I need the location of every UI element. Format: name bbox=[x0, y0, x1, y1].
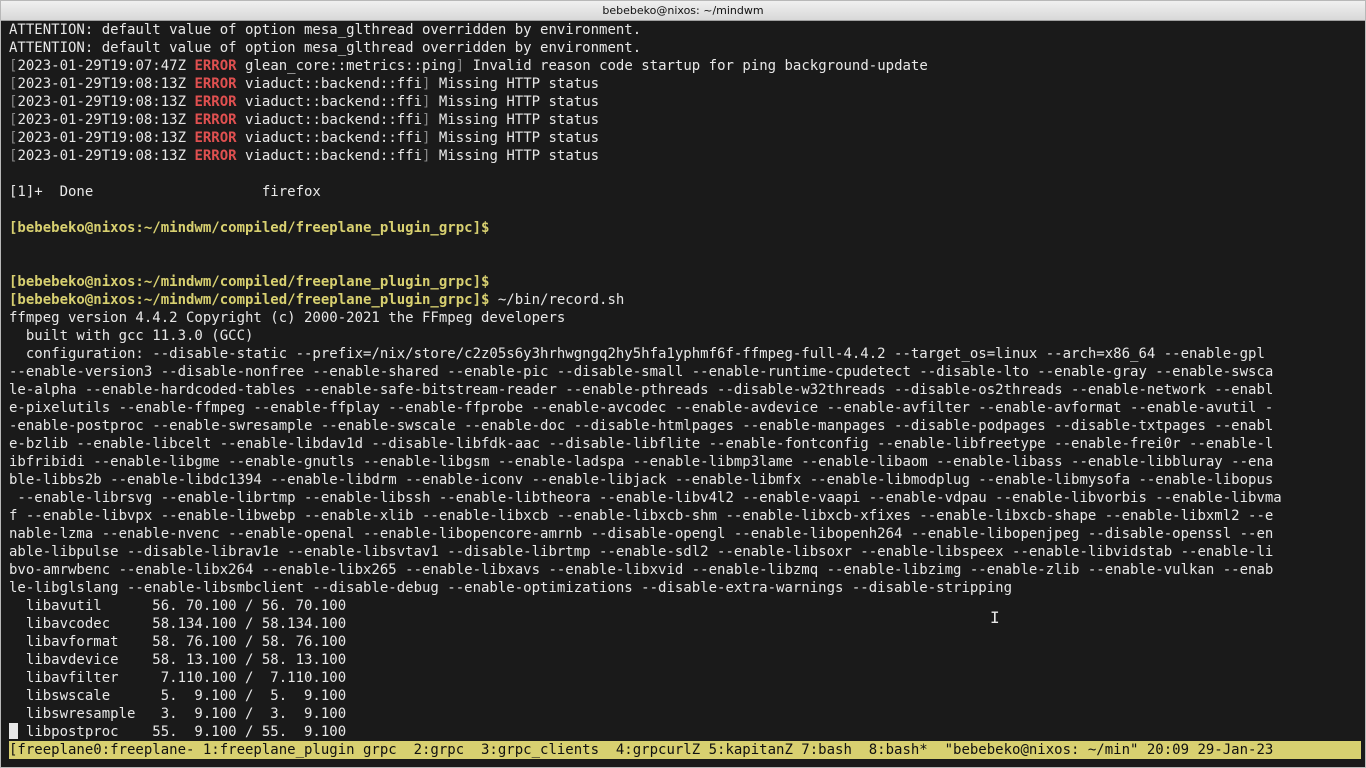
terminal-line: [2023-01-29T19:08:13Z ERROR viaduct::bac… bbox=[9, 112, 600, 128]
terminal-line: libswresample 3. 9.100 / 3. 9.100 bbox=[9, 706, 347, 722]
terminal-line: [2023-01-29T19:08:13Z ERROR viaduct::bac… bbox=[9, 94, 600, 110]
terminal-line: [bebebeko@nixos:~/mindwm/compiled/freepl… bbox=[9, 220, 490, 236]
terminal-line: le-alpha --enable-hardcoded-tables --ena… bbox=[9, 382, 1274, 398]
terminal-line: e-pixelutils --enable-ffmpeg --enable-ff… bbox=[9, 400, 1274, 416]
terminal-line: ATTENTION: default value of option mesa_… bbox=[9, 40, 642, 56]
terminal-line: --enable-librsvg --enable-librtmp --enab… bbox=[9, 490, 1282, 506]
ibeam-cursor-icon: I bbox=[990, 608, 1000, 627]
terminal-line: nable-lzma --enable-nvenc --enable-opena… bbox=[9, 526, 1274, 542]
window-title: bebebeko@nixos: ~/mindwm bbox=[1, 1, 1365, 21]
terminal-line: ibfribidi --enable-libgme --enable-gnutl… bbox=[9, 454, 1274, 470]
terminal-line: --enable-version3 --disable-nonfree --en… bbox=[9, 364, 1274, 380]
terminal-line: libavfilter 7.110.100 / 7.110.100 bbox=[9, 670, 347, 686]
terminal-line: configuration: --disable-static --prefix… bbox=[9, 346, 1265, 362]
terminal-window: bebebeko@nixos: ~/mindwm ATTENTION: defa… bbox=[0, 0, 1366, 768]
terminal-line: ffmpeg version 4.4.2 Copyright (c) 2000-… bbox=[9, 310, 566, 326]
terminal-cursor bbox=[9, 723, 18, 739]
terminal-line: libavutil 56. 70.100 / 56. 70.100 bbox=[9, 598, 347, 614]
terminal-line: able-libpulse --disable-librav1e --enabl… bbox=[9, 544, 1274, 560]
terminal-line: libswscale 5. 9.100 / 5. 9.100 bbox=[9, 688, 347, 704]
terminal-line: [2023-01-29T19:08:13Z ERROR viaduct::bac… bbox=[9, 76, 600, 92]
terminal-line: [1]+ Done firefox bbox=[9, 184, 321, 200]
terminal-line: e-bzlib --enable-libcelt --enable-libdav… bbox=[9, 436, 1274, 452]
terminal-line: ble-libbs2b --enable-libdc1394 --enable-… bbox=[9, 472, 1274, 488]
terminal-line: f --enable-libvpx --enable-libwebp --ena… bbox=[9, 508, 1274, 524]
terminal-line: libpostproc 55. 9.100 / 55. 9.100 bbox=[9, 724, 347, 739]
terminal-line: le-libglslang --enable-libsmbclient --di… bbox=[9, 580, 1013, 596]
terminal-line: -enable-postproc --enable-swresample --e… bbox=[9, 418, 1274, 434]
terminal-line: [bebebeko@nixos:~/mindwm/compiled/freepl… bbox=[9, 274, 490, 290]
terminal-line: bvo-amrwbenc --enable-libx264 --enable-l… bbox=[9, 562, 1274, 578]
tmux-status-bar[interactable]: [freeplane0:freeplane- 1:freeplane_plugi… bbox=[9, 741, 1361, 759]
terminal-line: ATTENTION: default value of option mesa_… bbox=[9, 22, 642, 38]
terminal-line: [2023-01-29T19:08:13Z ERROR viaduct::bac… bbox=[9, 130, 600, 146]
terminal-line: [bebebeko@nixos:~/mindwm/compiled/freepl… bbox=[9, 292, 625, 308]
terminal-line: libavformat 58. 76.100 / 58. 76.100 bbox=[9, 634, 347, 650]
terminal-output[interactable]: ATTENTION: default value of option mesa_… bbox=[9, 21, 1361, 739]
terminal-line: libavdevice 58. 13.100 / 58. 13.100 bbox=[9, 652, 347, 668]
terminal-line: [2023-01-29T19:08:13Z ERROR viaduct::bac… bbox=[9, 148, 600, 164]
terminal-line: libavcodec 58.134.100 / 58.134.100 bbox=[9, 616, 347, 632]
terminal-line: [2023-01-29T19:07:47Z ERROR glean_core::… bbox=[9, 58, 928, 74]
terminal-line: built with gcc 11.3.0 (GCC) bbox=[9, 328, 254, 344]
